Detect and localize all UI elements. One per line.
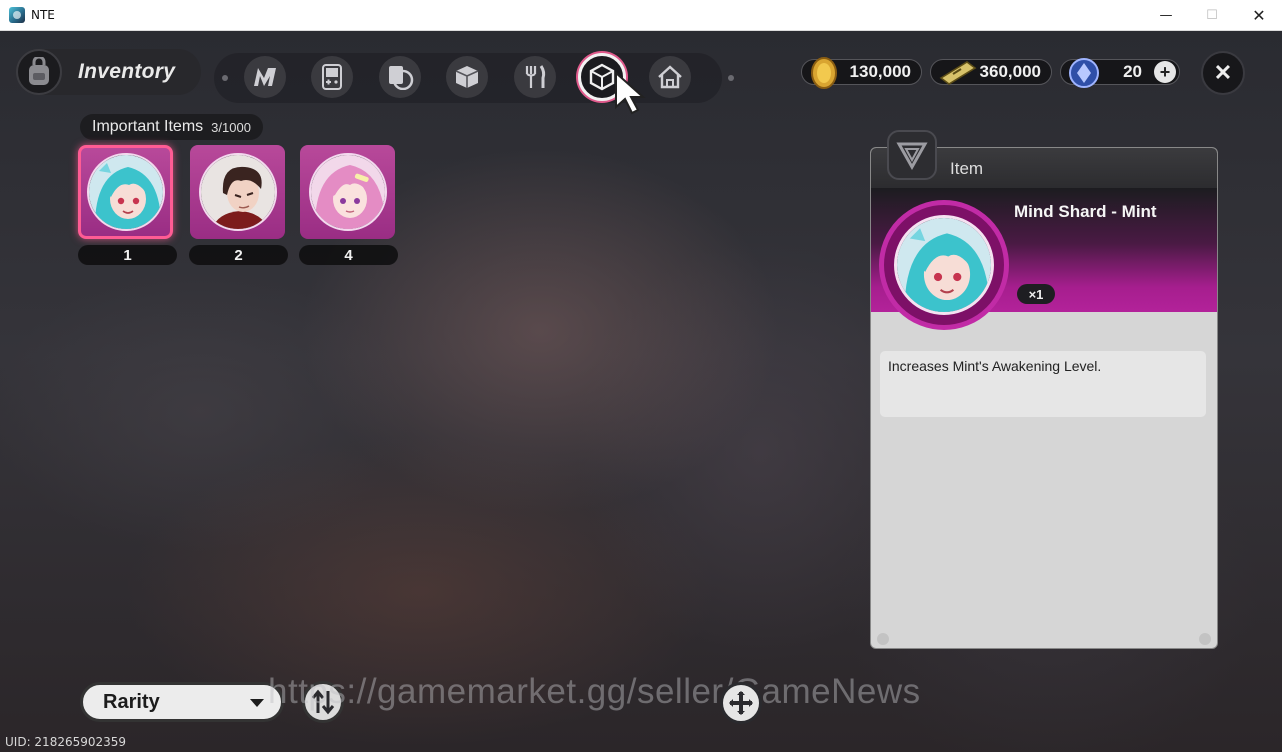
chevron-down-icon <box>250 699 264 707</box>
page-title: Inventory <box>78 60 176 83</box>
item-detail-panel: Item Mind Shard - Mint ×1 Increases Mint… <box>870 147 1218 649</box>
tab-materials[interactable] <box>446 56 488 98</box>
item-name: Mind Shard - Mint <box>1014 202 1157 221</box>
app-icon <box>9 7 25 23</box>
handheld-console-icon <box>322 64 342 90</box>
backpack-icon <box>16 49 62 95</box>
category-badge <box>887 130 937 180</box>
plus-move-icon <box>729 691 753 715</box>
item-description: Increases Mint's Awakening Level. <box>888 358 1102 374</box>
item-slot-2[interactable] <box>190 145 285 239</box>
crystal-icon <box>1069 58 1099 88</box>
mouse-cursor-icon <box>615 71 646 115</box>
inventory-header: Inventory <box>16 49 201 95</box>
item-qty-1: 1 <box>78 245 177 265</box>
add-crystal-button[interactable]: + <box>1154 61 1176 83</box>
tabbar-right-dot <box>728 75 734 81</box>
n-logo-icon <box>254 68 276 86</box>
item-owned-count: ×1 <box>1017 284 1055 304</box>
item-description-box: Increases Mint's Awakening Level. <box>880 351 1206 417</box>
panel-corner-dot-right <box>1199 633 1211 645</box>
tab-gadgets[interactable] <box>311 56 353 98</box>
player-uid: UID: 218265902359 <box>5 735 127 749</box>
window-close-button[interactable]: ✕ <box>1236 0 1282 31</box>
close-inventory-button[interactable]: ✕ <box>1201 51 1245 95</box>
ticket-amount: 360,000 <box>979 62 1041 81</box>
gold-amount: 130,000 <box>849 62 911 81</box>
maximize-button[interactable]: ☐ <box>1189 0 1235 31</box>
section-header: Important Items 3/1000 <box>80 114 263 140</box>
sort-dropdown[interactable]: Rarity <box>80 682 284 722</box>
ticket-currency: 360,000 <box>930 59 1052 85</box>
item-qty-2: 2 <box>189 245 288 265</box>
crystal-amount: 20 <box>1123 62 1142 81</box>
window-title: NTE <box>31 8 55 22</box>
mint-large-portrait <box>894 215 994 315</box>
add-button[interactable] <box>720 682 762 724</box>
gold-coin-icon <box>811 57 837 89</box>
section-title: Important Items <box>92 118 204 135</box>
item-qty-3: 4 <box>299 245 398 265</box>
gold-currency: 130,000 <box>801 57 922 89</box>
mint-portrait <box>86 153 165 231</box>
section-count: 3/1000 <box>211 119 251 135</box>
tabbar-left-dot <box>222 75 228 81</box>
crystal-currency: 20 + <box>1060 58 1180 88</box>
watermark-text: https://gamemarket.gg/seller/GameNews <box>268 672 921 711</box>
minimize-button[interactable]: — <box>1143 0 1189 31</box>
window-titlebar: NTE — ☐ ✕ <box>0 0 1282 31</box>
fork-knife-icon <box>525 65 546 88</box>
item-medal <box>879 200 1009 330</box>
cards-icon <box>389 66 414 90</box>
ticket-icon <box>939 61 977 85</box>
sort-label: Rarity <box>103 690 160 713</box>
cube-icon <box>455 66 479 88</box>
dark-haired-man-portrait <box>198 153 277 231</box>
triangle-emblem-icon <box>896 142 928 170</box>
panel-corner-dot-left <box>877 633 889 645</box>
house-icon <box>658 65 682 89</box>
detail-category-label: Item <box>950 159 984 178</box>
tab-n-items[interactable] <box>244 56 286 98</box>
item-slot-mint-shard[interactable] <box>78 145 173 239</box>
pink-haired-girl-portrait <box>308 153 387 231</box>
tab-home[interactable] <box>649 56 691 98</box>
game-viewport: Inventory 130,000 360,000 20 + ✕ Importa… <box>0 31 1282 752</box>
tab-food[interactable] <box>514 56 556 98</box>
item-slot-3[interactable] <box>300 145 395 239</box>
tab-cards[interactable] <box>379 56 421 98</box>
